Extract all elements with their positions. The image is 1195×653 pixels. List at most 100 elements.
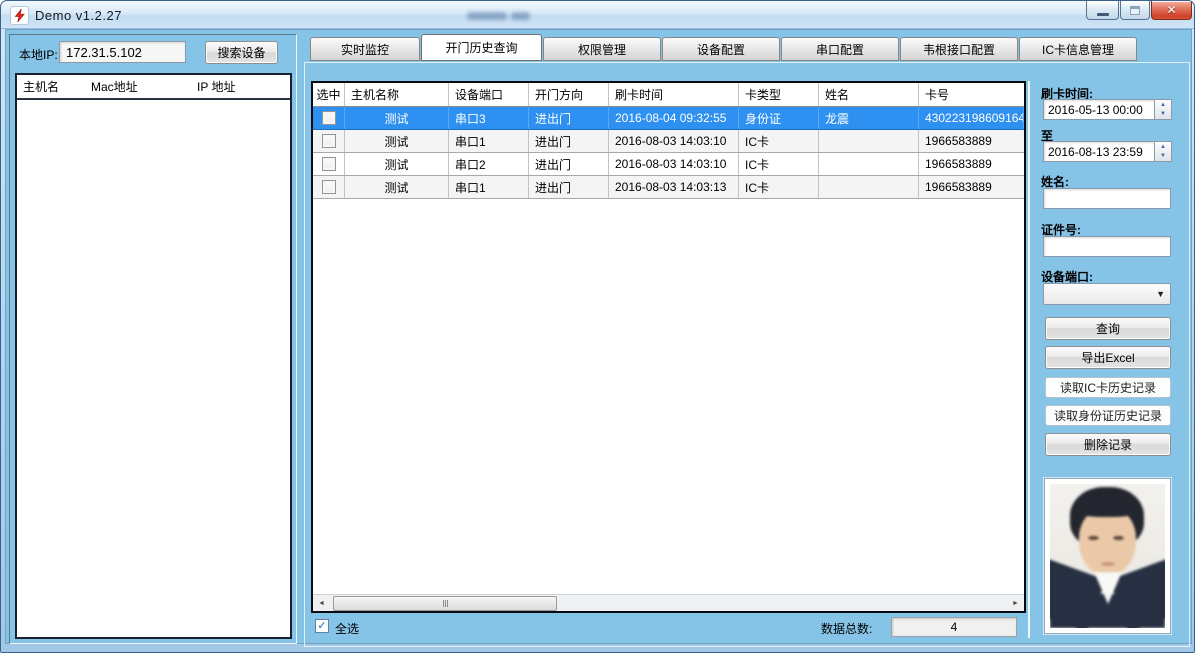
device-list-header: 主机名 Mac地址 IP 地址 <box>17 75 290 100</box>
cell-time: 2016-08-03 14:03:10 <box>609 130 739 152</box>
device-port-select[interactable]: ▼ <box>1043 283 1171 305</box>
header-card-type: 卡类型 <box>739 83 819 106</box>
cell-direction: 进出门 <box>529 176 609 198</box>
spin-up-icon[interactable]: ▲ <box>1155 100 1171 110</box>
chevron-down-icon: ▼ <box>1156 289 1165 299</box>
scroll-left-icon[interactable]: ◄ <box>313 595 330 612</box>
horizontal-scrollbar[interactable]: ◄ ► <box>313 594 1024 611</box>
titlebar[interactable]: Demo v1.2.27 ✕ <box>1 1 1194 29</box>
cell-port: 串口3 <box>449 107 529 129</box>
table-row[interactable]: 测试 串口3 进出门 2016-08-04 09:32:55 身份证 龙震 43… <box>313 107 1024 130</box>
name-input[interactable] <box>1043 188 1171 209</box>
cell-direction: 进出门 <box>529 130 609 152</box>
tab-bar: 实时监控 开门历史查询 权限管理 设备配置 串口配置 韦根接口配置 IC卡信息管… <box>310 37 1138 61</box>
cell-name: 龙震 <box>819 107 919 129</box>
table-row[interactable]: 测试 串口2 进出门 2016-08-03 14:03:10 IC卡 19665… <box>313 153 1024 176</box>
cell-host: 测试 <box>345 107 449 129</box>
close-icon: ✕ <box>1166 3 1176 17</box>
search-device-button[interactable]: 搜索设备 <box>205 41 278 64</box>
cell-card-type: 身份证 <box>739 107 819 129</box>
cell-name <box>819 153 919 175</box>
col-mac: Mac地址 <box>91 78 197 95</box>
cell-host: 测试 <box>345 130 449 152</box>
minimize-button[interactable] <box>1086 1 1119 20</box>
panel-divider <box>1028 81 1030 638</box>
id-number-input[interactable] <box>1043 236 1171 257</box>
scrollbar-thumb[interactable] <box>333 596 557 611</box>
row-checkbox[interactable] <box>322 180 336 194</box>
read-ic-history-button[interactable]: 读取IC卡历史记录 <box>1045 377 1171 398</box>
delete-records-button[interactable]: 删除记录 <box>1045 433 1171 456</box>
titlebar-watermark <box>467 12 507 20</box>
cell-card-no: 1966583889 <box>919 176 1024 198</box>
cell-time: 2016-08-04 09:32:55 <box>609 107 739 129</box>
history-table[interactable]: 选中 主机名称 设备端口 开门方向 刷卡时间 卡类型 姓名 卡号 测试 串口3 … <box>311 81 1026 613</box>
close-button[interactable]: ✕ <box>1151 1 1192 20</box>
row-checkbox[interactable] <box>322 157 336 171</box>
cell-port: 串口1 <box>449 176 529 198</box>
tab-ic-card-info[interactable]: IC卡信息管理 <box>1019 37 1137 61</box>
row-checkbox[interactable] <box>322 134 336 148</box>
row-checkbox[interactable] <box>322 111 336 125</box>
cell-card-type: IC卡 <box>739 130 819 152</box>
app-logo-icon <box>10 6 29 25</box>
id-photo-frame <box>1044 478 1171 634</box>
portrait-illustration <box>1050 484 1165 628</box>
header-selected: 选中 <box>313 83 345 106</box>
cell-port: 串口1 <box>449 130 529 152</box>
header-name: 姓名 <box>819 83 919 106</box>
local-ip-input[interactable] <box>59 41 186 63</box>
spin-down-icon[interactable]: ▼ <box>1155 110 1171 120</box>
id-photo <box>1050 484 1165 628</box>
tab-permission[interactable]: 权限管理 <box>543 37 661 61</box>
local-ip-label: 本地IP: <box>19 46 58 63</box>
titlebar-watermark <box>511 12 530 20</box>
cell-port: 串口2 <box>449 153 529 175</box>
scrollbar-grip-icon <box>445 600 446 607</box>
maximize-icon <box>1130 6 1140 15</box>
scroll-right-icon[interactable]: ► <box>1007 595 1024 612</box>
header-port: 设备端口 <box>449 83 529 106</box>
tab-serial-config[interactable]: 串口配置 <box>781 37 899 61</box>
device-list-table[interactable]: 主机名 Mac地址 IP 地址 <box>15 73 292 639</box>
time-from-field[interactable]: 2016-05-13 00:00 <box>1043 99 1155 120</box>
cell-card-no: 1966583889 <box>919 130 1024 152</box>
select-all-checkbox[interactable]: ✓ <box>315 619 329 633</box>
total-label: 数据总数: <box>821 620 872 637</box>
cell-host: 测试 <box>345 176 449 198</box>
history-table-header: 选中 主机名称 设备端口 开门方向 刷卡时间 卡类型 姓名 卡号 <box>313 83 1024 107</box>
cell-time: 2016-08-03 14:03:13 <box>609 176 739 198</box>
header-direction: 开门方向 <box>529 83 609 106</box>
time-to-spinner[interactable]: ▲ ▼ <box>1155 141 1172 162</box>
total-count: 4 <box>891 617 1017 637</box>
time-to-field[interactable]: 2016-08-13 23:59 <box>1043 141 1155 162</box>
tab-wiegand-config[interactable]: 韦根接口配置 <box>900 37 1018 61</box>
query-button[interactable]: 查询 <box>1045 317 1171 340</box>
maximize-button[interactable] <box>1120 1 1150 20</box>
cell-time: 2016-08-03 14:03:10 <box>609 153 739 175</box>
tab-device-config[interactable]: 设备配置 <box>662 37 780 61</box>
cell-direction: 进出门 <box>529 107 609 129</box>
spin-down-icon[interactable]: ▼ <box>1155 152 1171 162</box>
cell-card-type: IC卡 <box>739 153 819 175</box>
minimize-icon <box>1097 13 1109 16</box>
tab-open-history[interactable]: 开门历史查询 <box>421 34 542 61</box>
col-hostname: 主机名 <box>17 78 91 95</box>
table-row[interactable]: 测试 串口1 进出门 2016-08-03 14:03:13 IC卡 19665… <box>313 176 1024 199</box>
export-excel-button[interactable]: 导出Excel <box>1045 346 1171 369</box>
scrollbar-track[interactable] <box>330 595 1007 612</box>
table-row[interactable]: 测试 串口1 进出门 2016-08-03 14:03:10 IC卡 19665… <box>313 130 1024 153</box>
header-card-no: 卡号 <box>919 83 1024 106</box>
time-from-spinner[interactable]: ▲ ▼ <box>1155 99 1172 120</box>
header-swipe-time: 刷卡时间 <box>609 83 739 106</box>
tab-realtime-monitor[interactable]: 实时监控 <box>310 37 420 61</box>
cell-card-no: 430223198609164219 <box>919 107 1024 129</box>
cell-direction: 进出门 <box>529 153 609 175</box>
check-icon: ✓ <box>317 621 326 632</box>
read-id-history-button[interactable]: 读取身份证历史记录 <box>1045 405 1171 426</box>
window-title: Demo v1.2.27 <box>35 8 122 23</box>
select-all-label: 全选 <box>335 620 359 637</box>
spin-up-icon[interactable]: ▲ <box>1155 142 1171 152</box>
cell-card-type: IC卡 <box>739 176 819 198</box>
header-host: 主机名称 <box>345 83 449 106</box>
